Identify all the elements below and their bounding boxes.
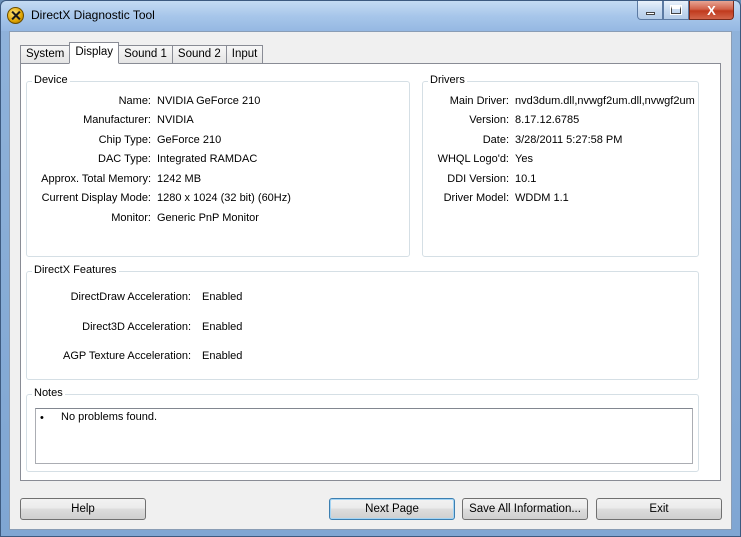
agp-texture-value: Enabled [202,350,243,362]
save-all-information-button[interactable]: Save All Information... [462,498,588,520]
directdraw-value: Enabled [202,291,243,303]
directx-features-label: DirectX Features [32,264,119,276]
bullet-icon: • [40,412,44,424]
agp-texture-label: AGP Texture Acceleration: [63,350,191,362]
next-page-button[interactable]: Next Page [329,498,455,520]
device-group-label: Device [32,74,70,86]
display-tab-panel: Device Name: NVIDIA GeForce 210 Manufact… [20,63,721,481]
device-chip-type-label: Chip Type: [98,134,151,146]
ddi-version-label: DDI Version: [447,173,509,185]
device-manufacturer-value: NVIDIA [157,114,194,126]
notes-textbox[interactable]: • No problems found. [35,408,693,464]
notes-group: Notes • No problems found. [26,387,699,472]
caption-buttons: X [637,1,734,21]
driver-model-value: WDDM 1.1 [515,192,569,204]
drivers-group-label: Drivers [428,74,467,86]
exit-button[interactable]: Exit [596,498,722,520]
notes-label: Notes [32,387,65,399]
drivers-group: Drivers Main Driver: nvd3dum.dll,nvwgf2u… [422,74,699,257]
close-button[interactable]: X [689,1,734,20]
driver-version-value: 8.17.12.6785 [515,114,580,126]
tab-display[interactable]: Display [69,42,120,64]
device-manufacturer-label: Manufacturer: [83,114,151,126]
device-name-label: Name: [118,95,151,107]
ddi-version-value: 10.1 [515,173,537,185]
title-bar[interactable]: DirectX Diagnostic Tool X [1,1,740,31]
device-memory-label: Approx. Total Memory: [41,173,151,185]
tab-system[interactable]: System [20,45,71,64]
directx-app-icon [7,7,24,24]
tab-input[interactable]: Input [225,45,264,64]
whql-label: WHQL Logo'd: [437,153,509,165]
device-chip-type-value: GeForce 210 [157,134,222,146]
directdraw-label: DirectDraw Acceleration: [70,291,191,303]
driver-model-label: Driver Model: [443,192,509,204]
device-name-value: NVIDIA GeForce 210 [157,95,261,107]
device-dac-type-label: DAC Type: [98,153,151,165]
directx-features-group: DirectX Features DirectDraw Acceleration… [26,264,699,380]
maximize-icon [670,5,682,15]
device-monitor-value: Generic PnP Monitor [157,212,259,224]
maximize-button[interactable] [663,1,689,20]
help-button[interactable]: Help [20,498,146,520]
main-driver-label: Main Driver: [449,95,509,107]
client-area: System Display Sound 1 Sound 2 Input Dev… [9,31,732,530]
notes-item: No problems found. [61,411,157,423]
minimize-button[interactable] [637,1,663,20]
tab-sound-1[interactable]: Sound 1 [118,45,173,64]
minimize-icon [645,11,655,15]
close-icon: X [707,2,716,18]
tab-strip: System Display Sound 1 Sound 2 Input [20,42,264,64]
whql-value: Yes [515,153,533,165]
direct3d-label: Direct3D Acceleration: [82,321,191,333]
driver-version-label: Version: [469,114,509,126]
driver-date-label: Date: [482,134,509,146]
tab-sound-2[interactable]: Sound 2 [171,45,227,64]
device-group: Device Name: NVIDIA GeForce 210 Manufact… [26,74,410,257]
device-display-mode-value: 1280 x 1024 (32 bit) (60Hz) [157,192,291,204]
driver-date-value: 3/28/2011 5:27:58 PM [515,134,623,146]
device-dac-type-value: Integrated RAMDAC [157,153,258,165]
device-monitor-label: Monitor: [111,212,151,224]
device-display-mode-label: Current Display Mode: [41,192,151,204]
dxdiag-window: DirectX Diagnostic Tool X System Display… [0,0,741,537]
main-driver-value: nvd3dum.dll,nvwgf2um.dll,nvwgf2um [515,95,695,107]
direct3d-value: Enabled [202,321,243,333]
device-memory-value: 1242 MB [157,173,202,185]
window-title: DirectX Diagnostic Tool [31,8,155,22]
